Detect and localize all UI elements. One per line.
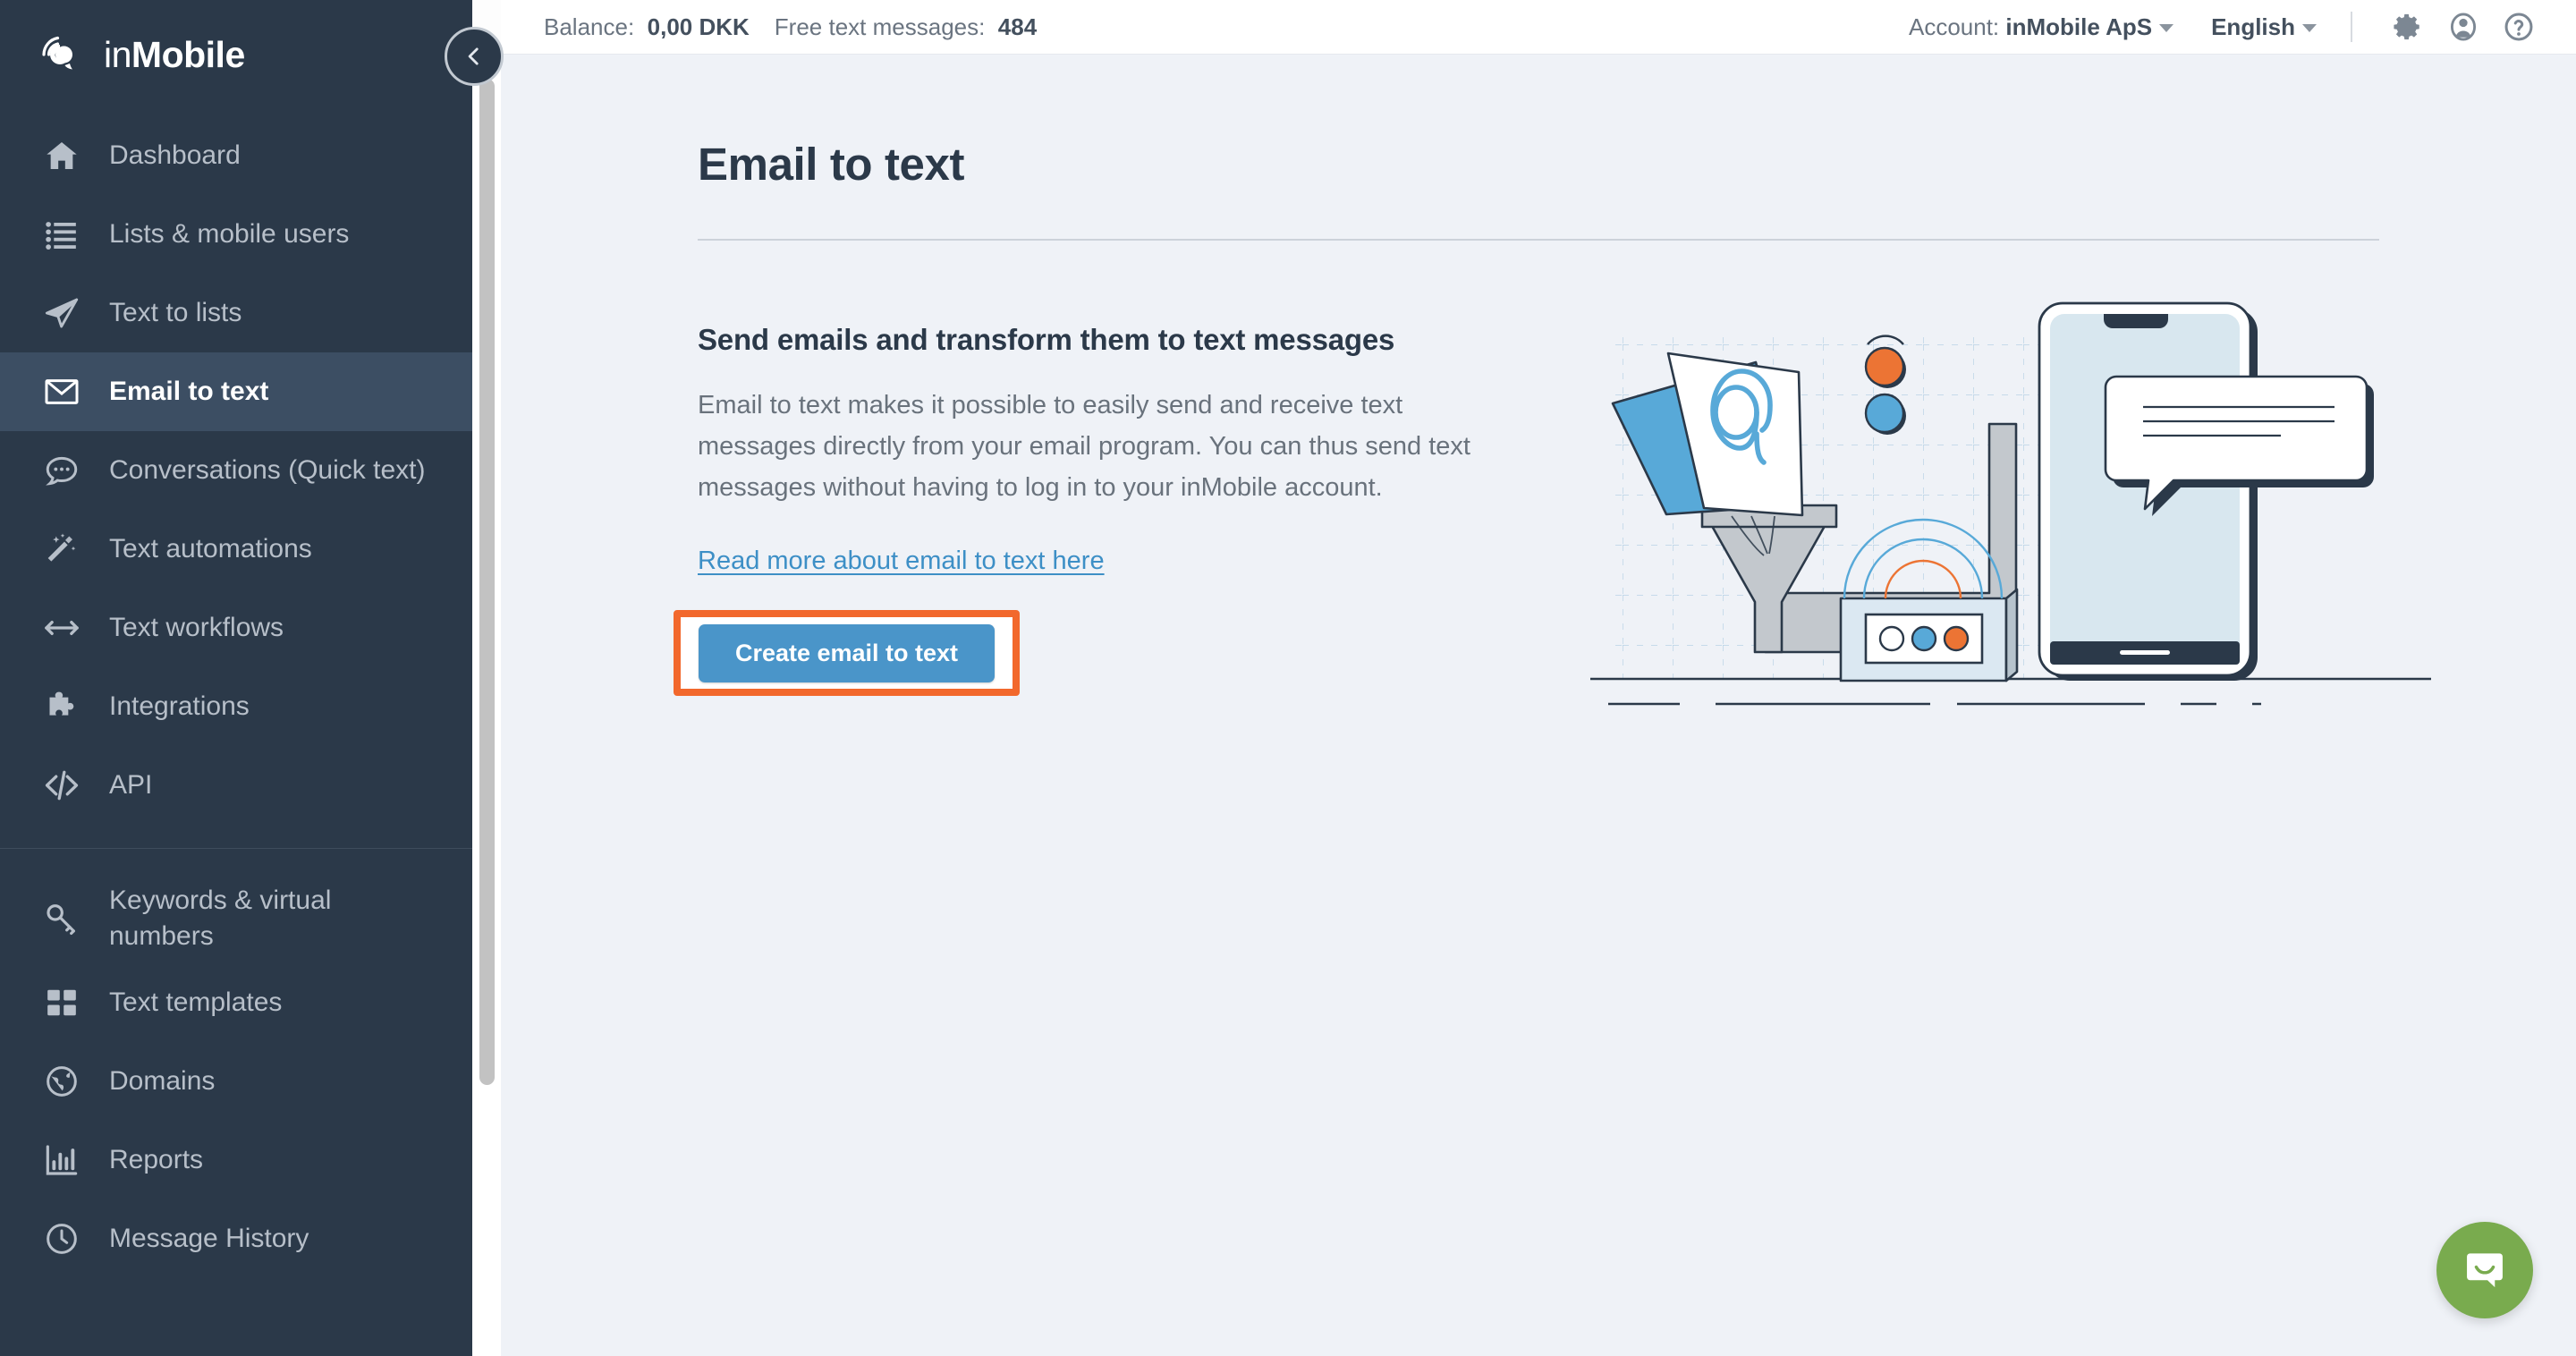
sidebar-collapse-button[interactable] — [445, 27, 504, 86]
sidebar-item-label: API — [109, 770, 153, 800]
sidebar-item-lists-mobile-users[interactable]: Lists & mobile users — [0, 195, 472, 274]
copy-column: Send emails and transform them to text m… — [674, 321, 1530, 759]
sidebar-item-email-to-text[interactable]: Email to text — [0, 352, 472, 431]
balance-label: Balance: — [544, 13, 635, 40]
sidebar-item-keywords-virtual-numbers[interactable]: Keywords & virtual numbers — [0, 874, 472, 963]
sidebar-item-label: Message History — [109, 1224, 309, 1253]
code-icon — [41, 765, 82, 806]
key-icon — [41, 898, 82, 939]
clock-icon — [41, 1218, 82, 1259]
chat-bubble-icon — [41, 450, 82, 491]
topbar-divider — [2351, 12, 2352, 42]
home-icon — [41, 135, 82, 176]
chevron-down-icon — [2159, 24, 2174, 33]
list-icon — [41, 214, 82, 255]
top-bar: Balance: 0,00 DKK Free text messages: 48… — [472, 0, 2576, 55]
sidebar-item-label: Reports — [109, 1145, 204, 1174]
sidebar-item-conversations[interactable]: Conversations (Quick text) — [0, 431, 472, 510]
arrows-horizontal-icon — [41, 607, 82, 648]
sidebar-item-label: Text templates — [109, 987, 283, 1017]
sidebar-item-label: Conversations (Quick text) — [109, 455, 426, 485]
create-button-highlight: Create email to text — [674, 610, 1020, 696]
sidebar-item-reports[interactable]: Reports — [0, 1121, 472, 1199]
account-selector[interactable]: Account: inMobile ApS — [1909, 13, 2174, 41]
sidebar-item-label: Email to text — [109, 377, 269, 406]
title-divider — [698, 239, 2379, 241]
main-content: Email to text Send emails and transform … — [501, 55, 2576, 1356]
sidebar-item-label: Dashboard — [109, 140, 241, 170]
free-messages-label: Free text messages: — [774, 13, 986, 40]
sidebar-item-label: Lists & mobile users — [109, 219, 350, 249]
email-to-text-illustration — [1572, 294, 2431, 759]
chevron-left-icon — [462, 45, 486, 68]
globe-icon — [41, 1061, 82, 1102]
brand-logo-area[interactable]: inMobile — [0, 0, 472, 109]
gear-icon[interactable] — [2385, 4, 2431, 50]
language-selector[interactable]: English — [2211, 13, 2317, 41]
sidebar-item-dashboard[interactable]: Dashboard — [0, 116, 472, 195]
user-icon[interactable] — [2440, 4, 2487, 50]
sidebar-item-label: Text workflows — [109, 613, 284, 642]
sidebar-item-api[interactable]: API — [0, 746, 472, 825]
scrollbar-thumb[interactable] — [479, 79, 495, 1085]
help-icon[interactable] — [2496, 4, 2542, 50]
chat-widget-button[interactable] — [2436, 1222, 2533, 1318]
sidebar-item-text-automations[interactable]: Text automations — [0, 510, 472, 589]
puzzle-piece-icon — [41, 686, 82, 727]
bar-chart-icon — [41, 1140, 82, 1181]
sidebar-item-label: Domains — [109, 1066, 216, 1096]
section-body-text: Email to text makes it possible to easil… — [698, 391, 1470, 502]
brand-name-bold: Mobile — [131, 33, 245, 75]
sidebar-nav: Dashboard Lists & mobile users Text to l… — [0, 109, 472, 1278]
sidebar-item-text-to-lists[interactable]: Text to lists — [0, 274, 472, 352]
sidebar-scrollbar[interactable] — [472, 0, 501, 1356]
free-messages-info: Free text messages: 484 — [775, 13, 1037, 41]
sidebar-item-label: Text automations — [109, 534, 312, 564]
topbar-left-group: Balance: 0,00 DKK Free text messages: 48… — [544, 13, 1037, 41]
envelope-icon — [41, 371, 82, 412]
content-row: Send emails and transform them to text m… — [501, 301, 2576, 759]
account-label: Account: — [1908, 13, 2000, 40]
brand-name-light: in — [104, 33, 131, 75]
sidebar-divider — [0, 848, 472, 849]
app-root: inMobile Dashboard Lists & mobile users … — [0, 0, 2576, 1356]
sidebar-item-text-workflows[interactable]: Text workflows — [0, 589, 472, 667]
sidebar-item-label: Text to lists — [109, 298, 242, 327]
balance-value: 0,00 DKK — [647, 13, 750, 40]
sidebar-item-label: Integrations — [109, 691, 250, 721]
magic-wand-icon — [41, 529, 82, 570]
chevron-down-icon — [2302, 24, 2317, 33]
account-value: inMobile ApS — [2005, 13, 2153, 40]
brand-name: inMobile — [104, 34, 245, 76]
sidebar-item-message-history[interactable]: Message History — [0, 1199, 472, 1278]
free-messages-value: 484 — [997, 13, 1038, 40]
create-email-to-text-button[interactable]: Create email to text — [698, 623, 996, 682]
language-value: English — [2211, 13, 2295, 40]
balance-info: Balance: 0,00 DKK — [544, 13, 750, 41]
read-more-link[interactable]: Read more about email to text here — [698, 547, 1105, 576]
sidebar-item-text-templates[interactable]: Text templates — [0, 963, 472, 1042]
grid-icon — [41, 982, 82, 1023]
page-title: Email to text — [698, 139, 965, 190]
chat-smile-icon — [2462, 1247, 2508, 1293]
sidebar-item-integrations[interactable]: Integrations — [0, 667, 472, 746]
sidebar: inMobile Dashboard Lists & mobile users … — [0, 0, 472, 1356]
inmobile-logo-icon — [39, 30, 88, 79]
sidebar-item-domains[interactable]: Domains — [0, 1042, 472, 1121]
topbar-right-group: Account: inMobile ApS English — [1909, 4, 2542, 50]
section-heading: Send emails and transform them to text m… — [698, 323, 1395, 356]
paper-plane-icon — [41, 292, 82, 334]
sidebar-item-label: Keywords & virtual numbers — [109, 886, 332, 951]
